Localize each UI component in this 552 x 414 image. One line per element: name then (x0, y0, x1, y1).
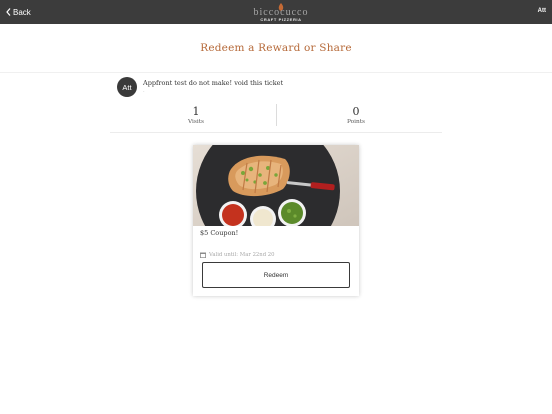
food-photo (193, 145, 359, 226)
points-count: 0 (352, 105, 360, 118)
points-label: Points (346, 119, 366, 125)
back-label: Back (13, 7, 31, 17)
visits-count: 1 (192, 105, 200, 118)
reward-title: $5 Coupon! (200, 229, 239, 237)
chevron-left-icon (6, 8, 11, 16)
redeem-button[interactable]: Redeem (202, 262, 350, 288)
visits-label: Visits (187, 119, 205, 125)
divider (0, 72, 552, 73)
reward-card: $5 Coupon! Valid until: Mar 22nd 20 Rede… (193, 145, 359, 296)
brand-logo: biccocucco CRAFT PIZZERIA (250, 3, 312, 22)
calendar-icon (200, 252, 206, 258)
top-bar: Back biccocucco CRAFT PIZZERIA Att (0, 0, 552, 24)
avatar: Att (117, 77, 137, 97)
page-title: Redeem a Reward or Share (200, 42, 352, 54)
points-stat: 0 Points (306, 105, 406, 126)
redeem-label: Redeem (263, 271, 289, 279)
account-button[interactable]: Att (538, 8, 546, 14)
back-button[interactable]: Back (6, 6, 31, 18)
visits-stat: 1 Visits (146, 105, 246, 126)
reward-image (193, 145, 359, 226)
ticket-message: Appfront test do not make! void this tic… (143, 79, 284, 87)
valid-until: Valid until: Mar 22nd 20 (200, 252, 275, 258)
logo-subtitle: CRAFT PIZZERIA (260, 17, 302, 22)
stats-divider (276, 104, 277, 126)
ticket-subtext: - (143, 89, 145, 94)
valid-until-text: Valid until: Mar 22nd 20 (209, 252, 275, 258)
avatar-initials: Att (122, 82, 132, 92)
stats-divider-line (110, 132, 442, 133)
